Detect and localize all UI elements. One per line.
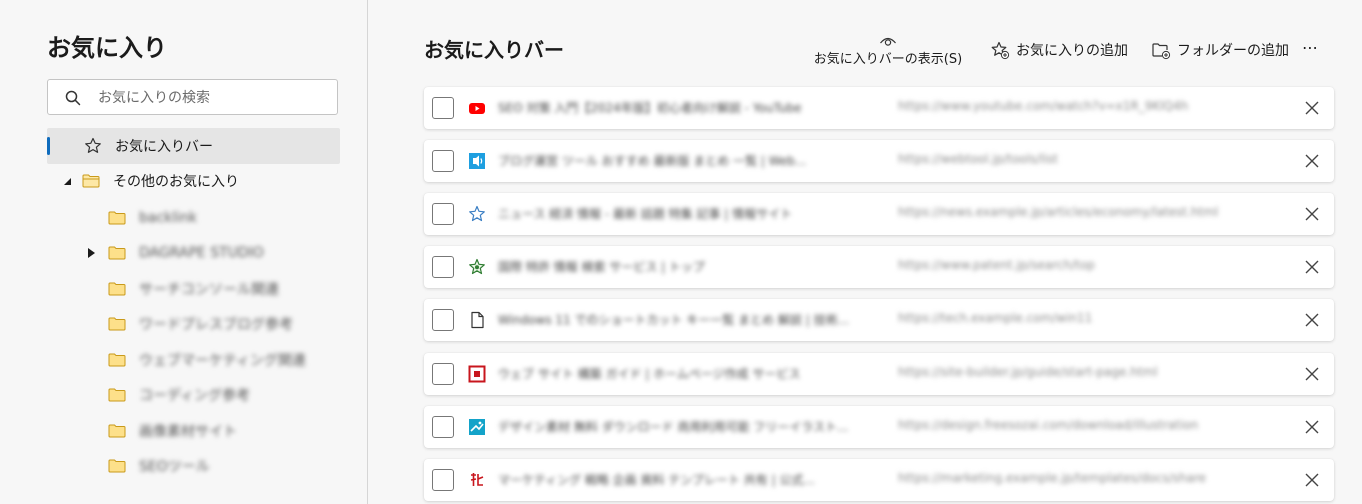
red-square-icon [468, 365, 486, 383]
favorite-title: 国際 特許 情報 検索 サービス | トップ [498, 260, 705, 274]
add-folder-button[interactable]: フォルダーの追加 [1151, 40, 1289, 60]
favorite-title: ブログ運営 ツール おすすめ 最新版 まとめ 一覧 | Web... [498, 154, 807, 168]
favorite-title: デザイン素材 無料 ダウンロード 商用利用可能 フリーイラスト... [498, 420, 849, 434]
favorites-sidebar: お気に入り お気に入りバー その他のお気に入り backlink [0, 0, 368, 504]
close-icon[interactable] [1304, 206, 1320, 222]
star-outline-icon [469, 205, 485, 222]
sidebar-folder-item[interactable]: backlink [47, 200, 340, 236]
sound-icon [469, 153, 485, 169]
favorite-title: Windows 11 でのショートカット キー一覧 まとめ 解説 | 技術... [498, 313, 850, 327]
star-green-icon [469, 258, 485, 275]
folder-icon [108, 246, 126, 260]
folder-icon [82, 174, 100, 188]
favorite-url: https://webtool.jp/tools/list [898, 152, 1059, 166]
sidebar-title: お気に入り [47, 34, 167, 62]
youtube-icon [469, 103, 485, 114]
row-checkbox[interactable] [432, 150, 454, 172]
folder-icon [108, 282, 126, 296]
more-icon: ⋯ [1302, 38, 1318, 57]
sidebar-item-label: DAGRAPE STUDIO [139, 245, 264, 261]
close-icon[interactable] [1304, 366, 1320, 382]
row-checkbox[interactable] [432, 203, 454, 225]
sidebar-item-label: backlink [139, 210, 198, 226]
sidebar-folder-item[interactable]: ウェブマーケティング関連 [47, 342, 340, 378]
folder-icon [108, 388, 126, 402]
eye-icon [880, 37, 896, 46]
favorite-url: https://www.youtube.com/watch?v=x1R_9KlQ… [898, 99, 1189, 113]
row-checkbox[interactable] [432, 256, 454, 278]
sidebar-item-other-favorites[interactable]: その他のお気に入り [47, 163, 340, 199]
sidebar-folder-item[interactable]: SEOツール [47, 448, 340, 484]
folder-icon [108, 424, 126, 438]
folder-icon [108, 317, 126, 331]
add-favorite-button[interactable]: お気に入りの追加 [990, 40, 1128, 60]
sidebar-item-label: その他のお気に入り [113, 174, 239, 190]
favorite-row[interactable]: 国際 特許 情報 検索 サービス | トップ https://www.paten… [424, 246, 1334, 288]
row-checkbox[interactable] [432, 309, 454, 331]
folder-icon [108, 353, 126, 367]
sidebar-item-label: ワードプレスブログ参考 [139, 317, 293, 333]
expanded-arrow-icon[interactable] [61, 175, 73, 187]
add-favorite-label: お気に入りの追加 [1016, 43, 1128, 59]
sidebar-item-favorites-bar[interactable]: お気に入りバー [47, 128, 340, 164]
row-checkbox[interactable] [432, 363, 454, 385]
sidebar-folder-item[interactable]: DAGRAPE STUDIO [47, 235, 340, 271]
favorite-url: https://tech.example.com/win11 [898, 311, 1093, 325]
search-icon [65, 90, 81, 106]
show-favorites-bar-button[interactable]: お気に入りバーの表示(S) [808, 34, 968, 66]
star-add-icon [991, 41, 1010, 60]
favorite-row[interactable]: デザイン素材 無料 ダウンロード 商用利用可能 フリーイラスト... https… [424, 406, 1334, 448]
favorites-main: お気に入りバー お気に入りバーの表示(S) お気に入りの追加 フォルダーの追加 … [368, 0, 1362, 504]
sidebar-folder-item[interactable]: 画像素材サイト [47, 413, 340, 449]
search-input[interactable] [96, 86, 330, 110]
favorite-title: ウェブ サイト 構築 ガイド | ホームページ作成 サービス [498, 367, 801, 381]
sidebar-folder-item[interactable]: コーディング参考 [47, 377, 340, 413]
folder-add-icon [1152, 43, 1171, 60]
row-checkbox[interactable] [432, 97, 454, 119]
show-favorites-bar-label: お気に入りバーの表示(S) [813, 52, 963, 66]
search-box[interactable] [47, 79, 338, 115]
favorite-url: https://design.freesozai.com/download/il… [898, 418, 1199, 432]
sidebar-item-label: 画像素材サイト [139, 424, 237, 440]
sidebar-item-label: ウェブマーケティング関連 [139, 353, 306, 369]
favorite-row[interactable]: ウェブ サイト 構築 ガイド | ホームページ作成 サービス https://s… [424, 353, 1334, 395]
sidebar-folder-item[interactable]: ワードプレスブログ参考 [47, 306, 340, 342]
favorite-row[interactable]: マーケティング 戦略 企画 資料 テンプレート 共有 | 公式... https… [424, 459, 1334, 501]
more-options-button[interactable]: ⋯ [1302, 38, 1318, 57]
favorite-url: https://news.example.jp/articles/economy… [898, 205, 1219, 219]
close-icon[interactable] [1304, 259, 1320, 275]
favorite-row[interactable]: ニュース 経済 情報 - 最新 話題 特集 記事 | 情報サイト https:/… [424, 193, 1334, 235]
favorite-url: https://site-builder.jp/guide/start-page… [898, 365, 1158, 379]
sidebar-item-label: お気に入りバー [115, 139, 213, 155]
favorite-row[interactable]: SEO 対策 入門【2024年版】初心者向け解説 - YouTube https… [424, 87, 1334, 129]
sidebar-item-label: コーディング参考 [139, 388, 251, 404]
close-icon[interactable] [1304, 153, 1320, 169]
folder-icon [108, 211, 126, 225]
close-icon[interactable] [1304, 100, 1320, 116]
favorite-title: マーケティング 戦略 企画 資料 テンプレート 共有 | 公式... [498, 473, 815, 487]
page-title: お気に入りバー [424, 38, 564, 62]
close-icon[interactable] [1304, 472, 1320, 488]
add-folder-label: フォルダーの追加 [1177, 43, 1289, 59]
row-checkbox[interactable] [432, 416, 454, 438]
favorite-url: https://marketing.example.jp/templates/d… [898, 471, 1207, 485]
favorite-title: ニュース 経済 情報 - 最新 話題 特集 記事 | 情報サイト [498, 207, 793, 221]
favorite-url: https://www.patent.jp/search/top [898, 258, 1095, 272]
close-icon[interactable] [1304, 312, 1320, 328]
favorite-row[interactable]: Windows 11 でのショートカット キー一覧 まとめ 解説 | 技術...… [424, 299, 1334, 341]
star-icon [85, 137, 101, 153]
close-icon[interactable] [1304, 419, 1320, 435]
sidebar-item-label: サーチコンソール関連 [139, 282, 279, 298]
row-checkbox[interactable] [432, 469, 454, 491]
image-icon [469, 419, 485, 435]
sidebar-item-label: SEOツール [139, 459, 210, 475]
collapsed-arrow-icon[interactable] [85, 247, 97, 259]
red-logo-icon [470, 473, 484, 486]
document-icon [471, 311, 484, 329]
folder-icon [108, 459, 126, 473]
favorite-title: SEO 対策 入門【2024年版】初心者向け解説 - YouTube [498, 101, 802, 115]
sidebar-folder-item[interactable]: サーチコンソール関連 [47, 271, 340, 307]
favorite-row[interactable]: ブログ運営 ツール おすすめ 最新版 まとめ 一覧 | Web... https… [424, 140, 1334, 182]
